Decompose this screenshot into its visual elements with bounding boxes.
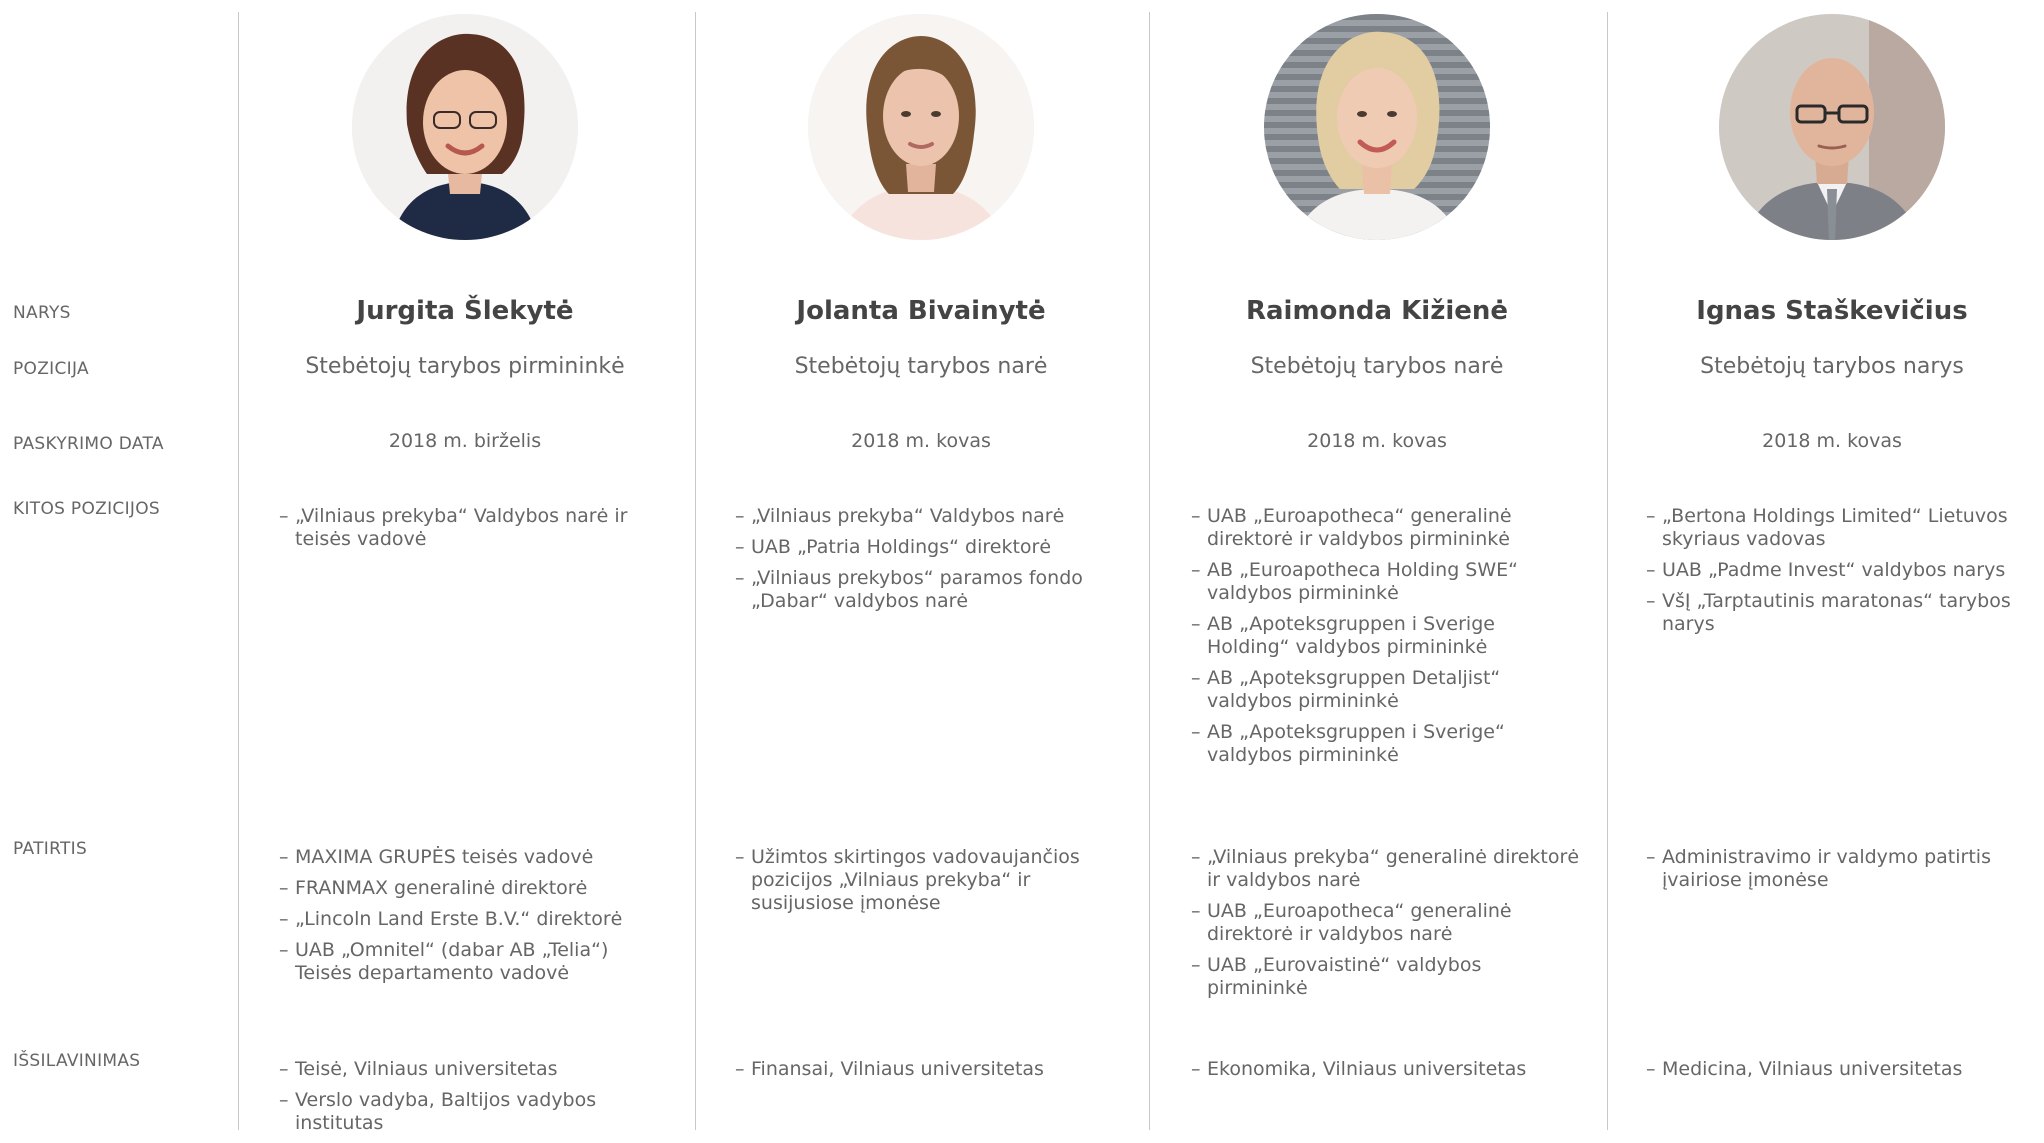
member-name: Ignas Staškevičius [1696, 296, 1968, 326]
woman-portrait-icon [1264, 14, 1490, 240]
row-label-other-positions: KITOS POZICIJOS [13, 499, 160, 519]
experience-list: „Vilniaus prekyba“ generalinė direktorė … [1191, 846, 1581, 1016]
woman-portrait-icon [808, 14, 1034, 240]
column-divider [1607, 12, 1608, 1130]
member-photo-avatar [352, 14, 578, 240]
member-position: Stebėtojų tarybos pirmininkė [305, 354, 625, 379]
list-item: „Lincoln Land Erste B.V.“ direktorė [279, 908, 669, 931]
row-label-education: IŠSILAVINIMAS [13, 1051, 141, 1071]
column-divider [1149, 12, 1150, 1130]
list-item: AB „Apoteksgruppen i Sverige Holding“ va… [1191, 613, 1581, 659]
member-photo-avatar [1719, 14, 1945, 240]
experience-list: MAXIMA GRUPĖS teisės vadovė FRANMAX gene… [279, 846, 669, 993]
list-item: Administravimo ir valdymo patirtis įvair… [1646, 846, 2036, 892]
list-item: „Vilniaus prekyba“ Valdybos narė [735, 505, 1125, 528]
member-column-2: Jolanta Bivainytė Stebėtojų tarybos narė… [711, 0, 1131, 1130]
member-name: Raimonda Kižienė [1245, 296, 1509, 326]
list-item: Užimtos skirtingos vadovaujančios pozici… [735, 846, 1125, 915]
list-item: „Vilniaus prekybos“ paramos fondo „Dabar… [735, 567, 1125, 613]
education-list: Ekonomika, Vilniaus universitetas [1191, 1058, 1581, 1089]
other-positions-list: UAB „Euroapotheca“ generalinė direktorė … [1191, 505, 1581, 775]
member-appointment-date: 2018 m. kovas [1307, 430, 1447, 452]
list-item: „Bertona Holdings Limited“ Lietuvos skyr… [1646, 505, 2036, 551]
member-column-4: Ignas Staškevičius Stebėtojų tarybos nar… [1622, 0, 2042, 1130]
other-positions-list: „Vilniaus prekyba“ Valdybos narė UAB „Pa… [735, 505, 1125, 621]
education-list: Finansai, Vilniaus universitetas [735, 1058, 1125, 1089]
member-appointment-date: 2018 m. kovas [851, 430, 991, 452]
list-item: FRANMAX generalinė direktorė [279, 877, 669, 900]
experience-list: Administravimo ir valdymo patirtis įvair… [1646, 846, 2036, 908]
member-appointment-date: 2018 m. kovas [1762, 430, 1902, 452]
member-name: Jurgita Šlekytė [356, 296, 574, 326]
list-item: UAB „Eurovaistinė“ valdybos pirmininkė [1191, 954, 1581, 1000]
member-column-1: Jurgita Šlekytė Stebėtojų tarybos pirmin… [255, 0, 675, 1134]
row-label-experience: PATIRTIS [13, 839, 88, 859]
education-list: Teisė, Vilniaus universitetas Verslo vad… [279, 1058, 669, 1143]
list-item: UAB „Omnitel“ (dabar AB „Telia“) Teisės … [279, 939, 669, 985]
list-item: UAB „Patria Holdings“ direktorė [735, 536, 1125, 559]
member-photo-avatar [808, 14, 1034, 240]
list-item: „Vilniaus prekyba“ generalinė direktorė … [1191, 846, 1581, 892]
member-photo-avatar [1264, 14, 1490, 240]
list-item: Ekonomika, Vilniaus universitetas [1191, 1058, 1581, 1081]
list-item: MAXIMA GRUPĖS teisės vadovė [279, 846, 669, 869]
list-item: Verslo vadyba, Baltijos vadybos institut… [279, 1089, 669, 1135]
list-item: Medicina, Vilniaus universitetas [1646, 1058, 2036, 1081]
list-item: Teisė, Vilniaus universitetas [279, 1058, 669, 1081]
education-list: Medicina, Vilniaus universitetas [1646, 1058, 2036, 1089]
woman-portrait-icon [352, 14, 578, 240]
row-label-position: POZICIJA [13, 359, 89, 379]
list-item: AB „Apoteksgruppen i Sverige“ valdybos p… [1191, 721, 1581, 767]
column-divider [238, 12, 239, 1130]
list-item: „Vilniaus prekyba“ Valdybos narė ir teis… [279, 505, 669, 551]
list-item: UAB „Padme Invest“ valdybos narys [1646, 559, 2036, 582]
list-item: AB „Euroapotheca Holding SWE“ valdybos p… [1191, 559, 1581, 605]
list-item: AB „Apoteksgruppen Detaljist“ valdybos p… [1191, 667, 1581, 713]
other-positions-list: „Bertona Holdings Limited“ Lietuvos skyr… [1646, 505, 2036, 644]
member-position: Stebėtojų tarybos narys [1700, 354, 1964, 379]
man-portrait-icon [1719, 14, 1945, 240]
column-divider [695, 12, 696, 1130]
list-item: UAB „Euroapotheca“ generalinė direktorė … [1191, 505, 1581, 551]
member-appointment-date: 2018 m. birželis [388, 430, 542, 452]
list-item: Finansai, Vilniaus universitetas [735, 1058, 1125, 1081]
member-name: Jolanta Bivainytė [796, 296, 1046, 326]
list-item: VšĮ „Tarptautinis maratonas“ tarybos nar… [1646, 590, 2036, 636]
experience-list: Užimtos skirtingos vadovaujančios pozici… [735, 846, 1125, 931]
member-position: Stebėtojų tarybos narė [794, 354, 1048, 379]
list-item: UAB „Euroapotheca“ generalinė direktorė … [1191, 900, 1581, 946]
member-position: Stebėtojų tarybos narė [1250, 354, 1504, 379]
member-column-3: Raimonda Kižienė Stebėtojų tarybos narė … [1167, 0, 1587, 1130]
other-positions-list: „Vilniaus prekyba“ Valdybos narė ir teis… [279, 505, 669, 567]
row-label-member: NARYS [13, 303, 71, 323]
row-label-appointment-date: PASKYRIMO DATA [13, 434, 164, 454]
